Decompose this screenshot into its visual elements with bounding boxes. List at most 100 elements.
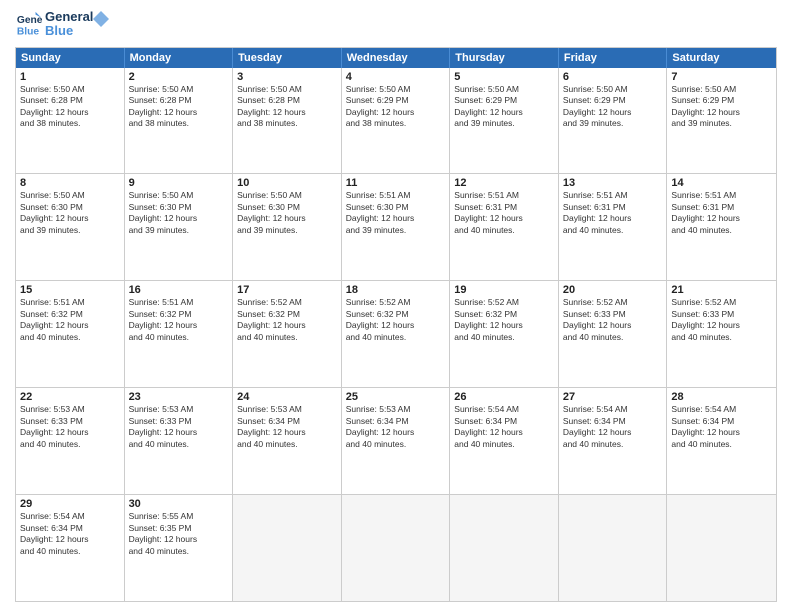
calendar-header: SundayMondayTuesdayWednesdayThursdayFrid… [16,48,776,68]
cell-info: Sunrise: 5:51 AMSunset: 6:32 PMDaylight:… [20,297,120,343]
day-number: 24 [237,391,337,403]
cell-info: Sunrise: 5:53 AMSunset: 6:33 PMDaylight:… [129,404,229,450]
cell-info: Sunrise: 5:53 AMSunset: 6:34 PMDaylight:… [237,404,337,450]
calendar-cell-5: 5Sunrise: 5:50 AMSunset: 6:29 PMDaylight… [450,68,559,174]
cell-info: Sunrise: 5:50 AMSunset: 6:29 PMDaylight:… [346,84,446,130]
cell-info: Sunrise: 5:53 AMSunset: 6:33 PMDaylight:… [20,404,120,450]
day-number: 13 [563,177,663,189]
day-number: 7 [671,71,772,83]
calendar-cell-7: 7Sunrise: 5:50 AMSunset: 6:29 PMDaylight… [667,68,776,174]
weekday-header-thursday: Thursday [450,48,559,68]
calendar-cell-14: 14Sunrise: 5:51 AMSunset: 6:31 PMDayligh… [667,174,776,280]
cell-info: Sunrise: 5:54 AMSunset: 6:34 PMDaylight:… [454,404,554,450]
day-number: 14 [671,177,772,189]
weekday-header-sunday: Sunday [16,48,125,68]
day-number: 20 [563,284,663,296]
cell-info: Sunrise: 5:52 AMSunset: 6:33 PMDaylight:… [563,297,663,343]
day-number: 11 [346,177,446,189]
calendar-cell-26: 26Sunrise: 5:54 AMSunset: 6:34 PMDayligh… [450,388,559,494]
svg-text:General: General [17,15,43,26]
header: General Blue General Blue [15,10,777,39]
cell-info: Sunrise: 5:52 AMSunset: 6:32 PMDaylight:… [346,297,446,343]
logo-general: General [45,10,93,24]
day-number: 4 [346,71,446,83]
day-number: 10 [237,177,337,189]
calendar-cell-8: 8Sunrise: 5:50 AMSunset: 6:30 PMDaylight… [16,174,125,280]
calendar-cell-28: 28Sunrise: 5:54 AMSunset: 6:34 PMDayligh… [667,388,776,494]
cell-info: Sunrise: 5:53 AMSunset: 6:34 PMDaylight:… [346,404,446,450]
day-number: 19 [454,284,554,296]
calendar-cell-29: 29Sunrise: 5:54 AMSunset: 6:34 PMDayligh… [16,495,125,601]
calendar-cell-18: 18Sunrise: 5:52 AMSunset: 6:32 PMDayligh… [342,281,451,387]
cell-info: Sunrise: 5:54 AMSunset: 6:34 PMDaylight:… [563,404,663,450]
calendar-cell-17: 17Sunrise: 5:52 AMSunset: 6:32 PMDayligh… [233,281,342,387]
calendar-cell-22: 22Sunrise: 5:53 AMSunset: 6:33 PMDayligh… [16,388,125,494]
day-number: 26 [454,391,554,403]
logo-blue: Blue [45,24,93,38]
calendar-cell-4: 4Sunrise: 5:50 AMSunset: 6:29 PMDaylight… [342,68,451,174]
calendar-cell-empty-4-2 [233,495,342,601]
cell-info: Sunrise: 5:55 AMSunset: 6:35 PMDaylight:… [129,511,229,557]
calendar-cell-27: 27Sunrise: 5:54 AMSunset: 6:34 PMDayligh… [559,388,668,494]
weekday-header-saturday: Saturday [667,48,776,68]
day-number: 21 [671,284,772,296]
weekday-header-friday: Friday [559,48,668,68]
cell-info: Sunrise: 5:50 AMSunset: 6:30 PMDaylight:… [20,190,120,236]
calendar-cell-21: 21Sunrise: 5:52 AMSunset: 6:33 PMDayligh… [667,281,776,387]
cell-info: Sunrise: 5:51 AMSunset: 6:31 PMDaylight:… [671,190,772,236]
cell-info: Sunrise: 5:51 AMSunset: 6:32 PMDaylight:… [129,297,229,343]
calendar-row-2: 8Sunrise: 5:50 AMSunset: 6:30 PMDaylight… [16,173,776,280]
day-number: 3 [237,71,337,83]
calendar-cell-16: 16Sunrise: 5:51 AMSunset: 6:32 PMDayligh… [125,281,234,387]
calendar-cell-empty-4-3 [342,495,451,601]
day-number: 9 [129,177,229,189]
calendar-row-4: 22Sunrise: 5:53 AMSunset: 6:33 PMDayligh… [16,387,776,494]
day-number: 23 [129,391,229,403]
cell-info: Sunrise: 5:51 AMSunset: 6:31 PMDaylight:… [563,190,663,236]
calendar-cell-19: 19Sunrise: 5:52 AMSunset: 6:32 PMDayligh… [450,281,559,387]
calendar-cell-10: 10Sunrise: 5:50 AMSunset: 6:30 PMDayligh… [233,174,342,280]
calendar-cell-empty-4-5 [559,495,668,601]
day-number: 6 [563,71,663,83]
calendar-cell-6: 6Sunrise: 5:50 AMSunset: 6:29 PMDaylight… [559,68,668,174]
calendar-cell-23: 23Sunrise: 5:53 AMSunset: 6:33 PMDayligh… [125,388,234,494]
cell-info: Sunrise: 5:52 AMSunset: 6:32 PMDaylight:… [237,297,337,343]
logo: General Blue General Blue [15,10,111,39]
cell-info: Sunrise: 5:50 AMSunset: 6:30 PMDaylight:… [237,190,337,236]
calendar-cell-empty-4-4 [450,495,559,601]
cell-info: Sunrise: 5:50 AMSunset: 6:30 PMDaylight:… [129,190,229,236]
calendar-cell-12: 12Sunrise: 5:51 AMSunset: 6:31 PMDayligh… [450,174,559,280]
cell-info: Sunrise: 5:52 AMSunset: 6:32 PMDaylight:… [454,297,554,343]
calendar-cell-25: 25Sunrise: 5:53 AMSunset: 6:34 PMDayligh… [342,388,451,494]
calendar-row-5: 29Sunrise: 5:54 AMSunset: 6:34 PMDayligh… [16,494,776,601]
day-number: 27 [563,391,663,403]
calendar-cell-13: 13Sunrise: 5:51 AMSunset: 6:31 PMDayligh… [559,174,668,280]
cell-info: Sunrise: 5:52 AMSunset: 6:33 PMDaylight:… [671,297,772,343]
calendar-cell-30: 30Sunrise: 5:55 AMSunset: 6:35 PMDayligh… [125,495,234,601]
calendar-cell-1: 1Sunrise: 5:50 AMSunset: 6:28 PMDaylight… [16,68,125,174]
calendar-cell-24: 24Sunrise: 5:53 AMSunset: 6:34 PMDayligh… [233,388,342,494]
cell-info: Sunrise: 5:54 AMSunset: 6:34 PMDaylight:… [671,404,772,450]
day-number: 15 [20,284,120,296]
day-number: 25 [346,391,446,403]
cell-info: Sunrise: 5:50 AMSunset: 6:29 PMDaylight:… [454,84,554,130]
day-number: 12 [454,177,554,189]
calendar-cell-9: 9Sunrise: 5:50 AMSunset: 6:30 PMDaylight… [125,174,234,280]
day-number: 29 [20,498,120,510]
day-number: 18 [346,284,446,296]
calendar-cell-11: 11Sunrise: 5:51 AMSunset: 6:30 PMDayligh… [342,174,451,280]
day-number: 5 [454,71,554,83]
cell-info: Sunrise: 5:50 AMSunset: 6:28 PMDaylight:… [129,84,229,130]
cell-info: Sunrise: 5:51 AMSunset: 6:31 PMDaylight:… [454,190,554,236]
day-number: 30 [129,498,229,510]
day-number: 28 [671,391,772,403]
day-number: 22 [20,391,120,403]
cell-info: Sunrise: 5:50 AMSunset: 6:29 PMDaylight:… [563,84,663,130]
page: General Blue General Blue SundayMondayTu… [0,0,792,612]
calendar-cell-20: 20Sunrise: 5:52 AMSunset: 6:33 PMDayligh… [559,281,668,387]
cell-info: Sunrise: 5:50 AMSunset: 6:28 PMDaylight:… [20,84,120,130]
day-number: 17 [237,284,337,296]
svg-text:Blue: Blue [17,27,40,38]
logo-icon: General Blue [15,10,43,38]
calendar-row-1: 1Sunrise: 5:50 AMSunset: 6:28 PMDaylight… [16,68,776,174]
